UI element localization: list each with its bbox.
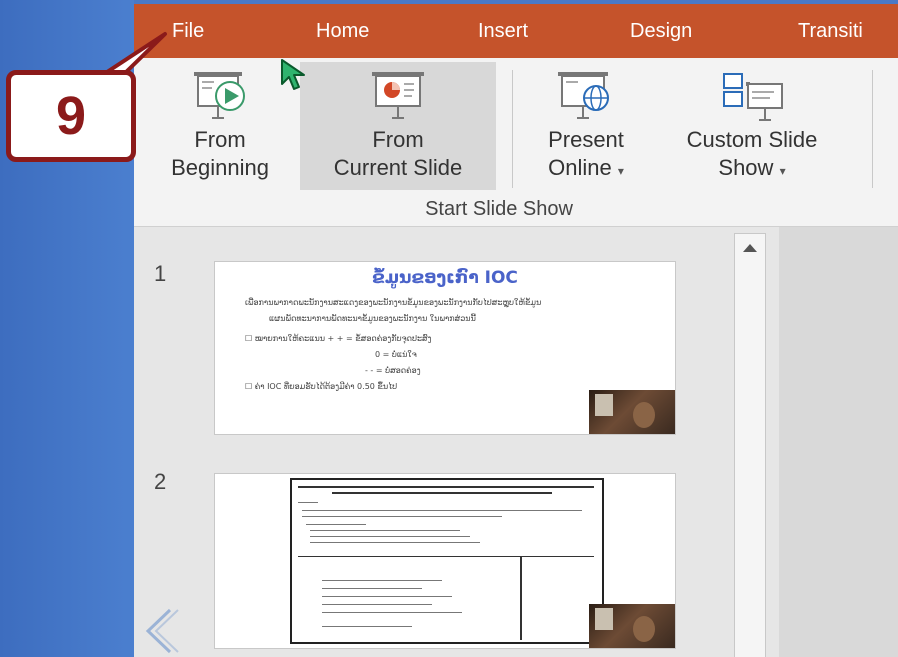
tab-insert[interactable]: Insert [478,20,528,43]
chevron-down-icon: ▾ [779,164,786,178]
custom-slide-show-button[interactable]: Custom Slide Show ▾ [652,62,852,190]
tab-design[interactable]: Design [630,20,692,43]
custom-slide-show-line1: Custom Slide [686,127,818,152]
from-current-line2: Current Slide [333,155,463,180]
slide-text-line: - - = ບໍ່ສອດຄ່ອງ [365,366,421,375]
slide-editor-area [779,227,898,657]
present-online-line1: Present [548,127,624,152]
ribbon-separator [872,70,873,188]
ribbon-separator [512,70,513,188]
slide-text-line: ແຜນພັດທະນາການພັດທະນາຂໍ້ມູນຂອງພະນັກງານ ໃນ… [269,314,476,323]
present-online-line2: Online ▾ [548,155,624,180]
chevron-down-icon: ▾ [617,164,624,178]
tab-home[interactable]: Home [316,20,369,43]
step-number: 9 [55,86,87,146]
tab-transitions[interactable]: Transiti [798,20,863,43]
webcam-overlay [589,604,675,648]
slide-text-line: ☐ ຄ່າ IOC ທີ່ຍອມຮັບໄດ້ຕ້ອງມີຄ່າ 0.50 ຂຶ້… [245,382,398,391]
thumbnail-scrollbar[interactable] [734,233,766,657]
slide-thumbnail-1[interactable]: ຂໍ້ມູນຂອງເກົາ IOC ເພື່ອການພາກາດພະນັກງານສ… [214,261,676,435]
slide-title: ຂໍ້ມູນຂອງເກົາ IOC [372,268,518,288]
step-badge: 9 [6,70,136,162]
slide-number: 1 [154,261,167,286]
scroll-up-arrow-icon[interactable] [735,234,765,262]
slide-thumbnail-panel: 1 ຂໍ້ມູນຂອງເກົາ IOC ເພື່ອການພາກາດພະນັກງາ… [134,227,779,657]
slide-document-image [290,478,604,644]
mouse-cursor-icon [281,59,305,90]
slide-text-line: 0 = ບໍ່ແນ່ໃຈ [375,350,417,359]
webcam-overlay [589,390,675,434]
current-slide-icon [372,72,424,119]
slide-number: 2 [154,469,167,494]
custom-slide-show-line2: Show ▾ [718,155,786,180]
from-current-slide-button[interactable]: From Current Slide [300,62,496,190]
present-online-icon [558,72,609,119]
ribbon-group-label: Start Slide Show [425,198,573,220]
slide-thumbnail-2[interactable] [214,473,676,649]
present-online-button[interactable]: Present Online ▾ [530,62,642,190]
custom-slide-show-icon [723,73,783,121]
from-current-line1: From [372,127,424,152]
chevron-left-icon[interactable] [140,606,180,656]
slide-text-line: ເພື່ອການພາກາດພະນັກງານສະແດງຂອງພະນັກງານຂໍ້… [245,298,542,307]
slide-text-line: ☐ ໝາຍການໃຫ້ຄະແນນ + + = ຂໍ້ສອດຄ່ອງກັບຈຸດປ… [245,334,432,343]
